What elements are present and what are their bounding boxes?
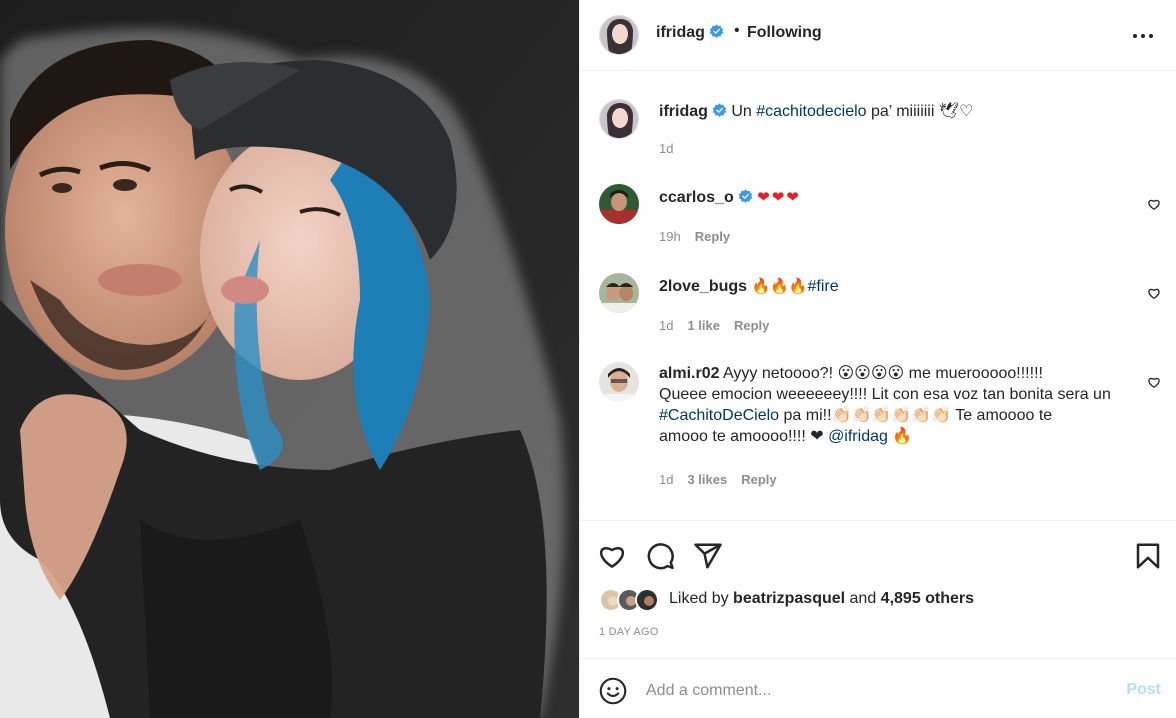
comment-body: ❤❤❤: [757, 188, 801, 206]
like-comment-heart-icon[interactable]: [1147, 286, 1161, 300]
like-comment-heart-icon[interactable]: [1147, 375, 1161, 389]
liker-avatar: [635, 588, 659, 612]
post-comment-button[interactable]: Post: [1126, 681, 1161, 699]
caption-hashtag[interactable]: #cachitodecielo: [756, 103, 866, 120]
comment-body-line4: amooo te amoooo!!!! ❤: [659, 428, 829, 445]
reply-button[interactable]: Reply: [734, 318, 769, 333]
caption-username[interactable]: ifridag: [659, 103, 708, 120]
post-header: ifridag • Following: [580, 0, 1176, 71]
comment-time[interactable]: 1d: [659, 472, 673, 487]
save-bookmark-icon[interactable]: [1133, 541, 1163, 571]
emoji-icon[interactable]: [599, 677, 627, 705]
liked-by-and: and: [845, 590, 881, 607]
comment-hashtag[interactable]: #fire: [808, 278, 839, 295]
caption-time[interactable]: 1d: [659, 141, 673, 156]
comment-icon[interactable]: [645, 541, 675, 571]
commenter-avatar[interactable]: [599, 184, 639, 224]
more-options-icon[interactable]: [1131, 24, 1155, 48]
share-icon[interactable]: [693, 541, 723, 571]
following-button[interactable]: Following: [747, 24, 822, 42]
comment-body-line4-end: 🔥: [887, 428, 913, 445]
comment-username[interactable]: 2love_bugs: [659, 278, 747, 295]
author-avatar[interactable]: [599, 15, 639, 55]
header-separator: •: [734, 22, 740, 39]
comment-body-line3: pa mi!!👏🏻👏🏻👏🏻👏🏻👏🏻👏🏻 Te amoooo te: [779, 407, 1053, 424]
reply-button[interactable]: Reply: [695, 229, 730, 244]
comment-mention[interactable]: @ifridag: [828, 428, 888, 445]
comment-username[interactable]: almi.r02: [659, 365, 719, 382]
comment-likes-count[interactable]: 3 likes: [687, 472, 727, 487]
verified-badge-icon: [712, 103, 727, 117]
liked-by-prefix: Liked by: [669, 590, 734, 607]
commenter-avatar[interactable]: [599, 362, 639, 402]
liked-by-user[interactable]: beatrizpasquel: [733, 590, 845, 607]
comment-input[interactable]: [646, 679, 1106, 703]
comment-body: 🔥🔥🔥: [751, 277, 808, 295]
comment-username[interactable]: ccarlos_o: [659, 189, 734, 206]
comment-body-line1: Ayyy netoooo?! 😮😮😮😮 me muerooooo!!!!!!: [723, 365, 1043, 382]
comment-text: ccarlos_o ❤❤❤: [659, 187, 1131, 208]
reply-button[interactable]: Reply: [741, 472, 776, 487]
comment-time[interactable]: 1d: [659, 318, 673, 333]
caption-text-end: pa’ miiiiiii 🕊♡: [866, 103, 974, 120]
comment-meta: 19h Reply: [659, 229, 744, 244]
likes-text: Liked by beatrizpasquel and 4,895 others: [669, 590, 974, 608]
comment-meta: 1d 3 likes Reply: [659, 472, 791, 487]
post-timestamp[interactable]: 1 DAY AGO: [599, 626, 658, 638]
likes-count[interactable]: 4,895 others: [881, 590, 974, 607]
post-sidebar: ifridag • Following ifridag Un #cachitod…: [579, 0, 1176, 718]
add-comment-bar: Post: [580, 658, 1176, 718]
verified-badge-icon: [709, 24, 724, 38]
comment-likes-count[interactable]: 1 like: [687, 318, 720, 333]
comment-time[interactable]: 19h: [659, 229, 681, 244]
caption-meta: 1d: [659, 141, 687, 156]
post-photo[interactable]: [0, 0, 579, 718]
comment-body-line2: Queee emocion weeeeeey!!!! Lit con esa v…: [659, 386, 1111, 403]
author-username[interactable]: ifridag: [656, 24, 724, 42]
comment-meta: 1d 1 like Reply: [659, 318, 783, 333]
verified-badge-icon: [738, 189, 752, 203]
likers-avatars[interactable]: [599, 587, 669, 613]
comment-text: almi.r02 Ayyy netoooo?! 😮😮😮😮 me mueroooo…: [659, 363, 1131, 447]
caption-text: ifridag Un #cachitodecielo pa’ miiiiiii …: [659, 101, 1131, 122]
comment-hashtag[interactable]: #CachitoDeCielo: [659, 407, 779, 424]
commenter-avatar[interactable]: [599, 273, 639, 313]
post-image: [0, 0, 579, 718]
like-comment-heart-icon[interactable]: [1147, 197, 1161, 211]
caption-author-avatar[interactable]: [599, 99, 639, 139]
post-actions: Liked by beatrizpasquel and 4,895 others…: [580, 520, 1176, 657]
comment-text: 2love_bugs 🔥🔥🔥 #fire: [659, 276, 1131, 297]
like-heart-icon[interactable]: [597, 541, 627, 571]
caption-text-start: Un: [731, 103, 757, 120]
author-username-text[interactable]: ifridag: [656, 24, 705, 41]
comments-list[interactable]: ifridag Un #cachitodecielo pa’ miiiiiii …: [580, 72, 1176, 520]
